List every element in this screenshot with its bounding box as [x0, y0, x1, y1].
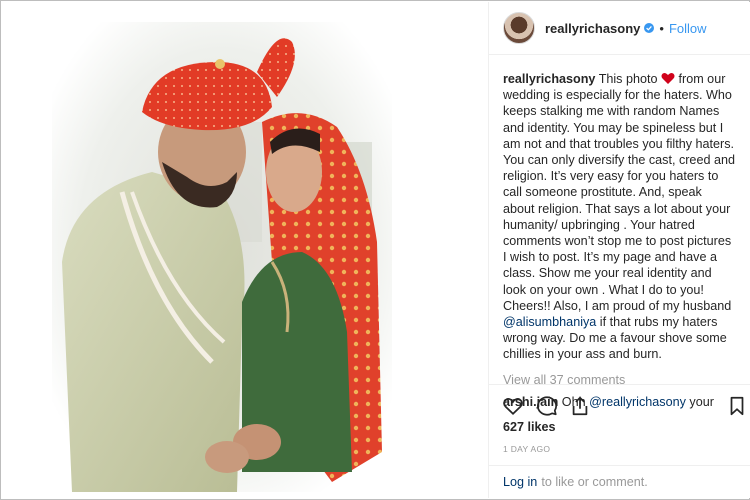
post-sidebar: reallyrichasony • Follow reallyrichasony… [488, 2, 750, 498]
comment-icon[interactable] [536, 395, 558, 417]
share-icon[interactable] [569, 395, 591, 417]
post-body: reallyrichasony This photo from our wedd… [489, 55, 750, 410]
follow-button[interactable]: Follow [669, 21, 707, 36]
caption-mention[interactable]: @alisumbhaniya [503, 315, 596, 329]
verified-icon [644, 23, 655, 33]
wedding-photo [2, 2, 488, 498]
header-username[interactable]: reallyrichasony [545, 21, 640, 36]
separator-dot: • [659, 20, 664, 36]
post-photo[interactable] [2, 2, 488, 498]
caption-text-1: This photo [598, 72, 658, 86]
post-time: 1 DAY AGO [503, 444, 551, 454]
heart-icon[interactable] [502, 395, 524, 417]
login-text: to like or comment. [541, 475, 648, 489]
post-frame: reallyrichasony • Follow reallyrichasony… [0, 0, 750, 500]
avatar[interactable] [503, 12, 535, 44]
post-header: reallyrichasony • Follow [489, 2, 750, 55]
login-link[interactable]: Log in [503, 475, 537, 489]
caption-text-2: from our wedding is especially for the h… [503, 72, 735, 313]
caption-username[interactable]: reallyrichasony [503, 72, 595, 86]
caption: reallyrichasony This photo from our wedd… [503, 71, 736, 363]
likes-count[interactable]: 627 likes [503, 420, 556, 434]
heart-emoji-icon [661, 73, 675, 84]
bookmark-icon[interactable] [726, 395, 748, 417]
login-row: Log in to like or comment. [489, 465, 750, 498]
